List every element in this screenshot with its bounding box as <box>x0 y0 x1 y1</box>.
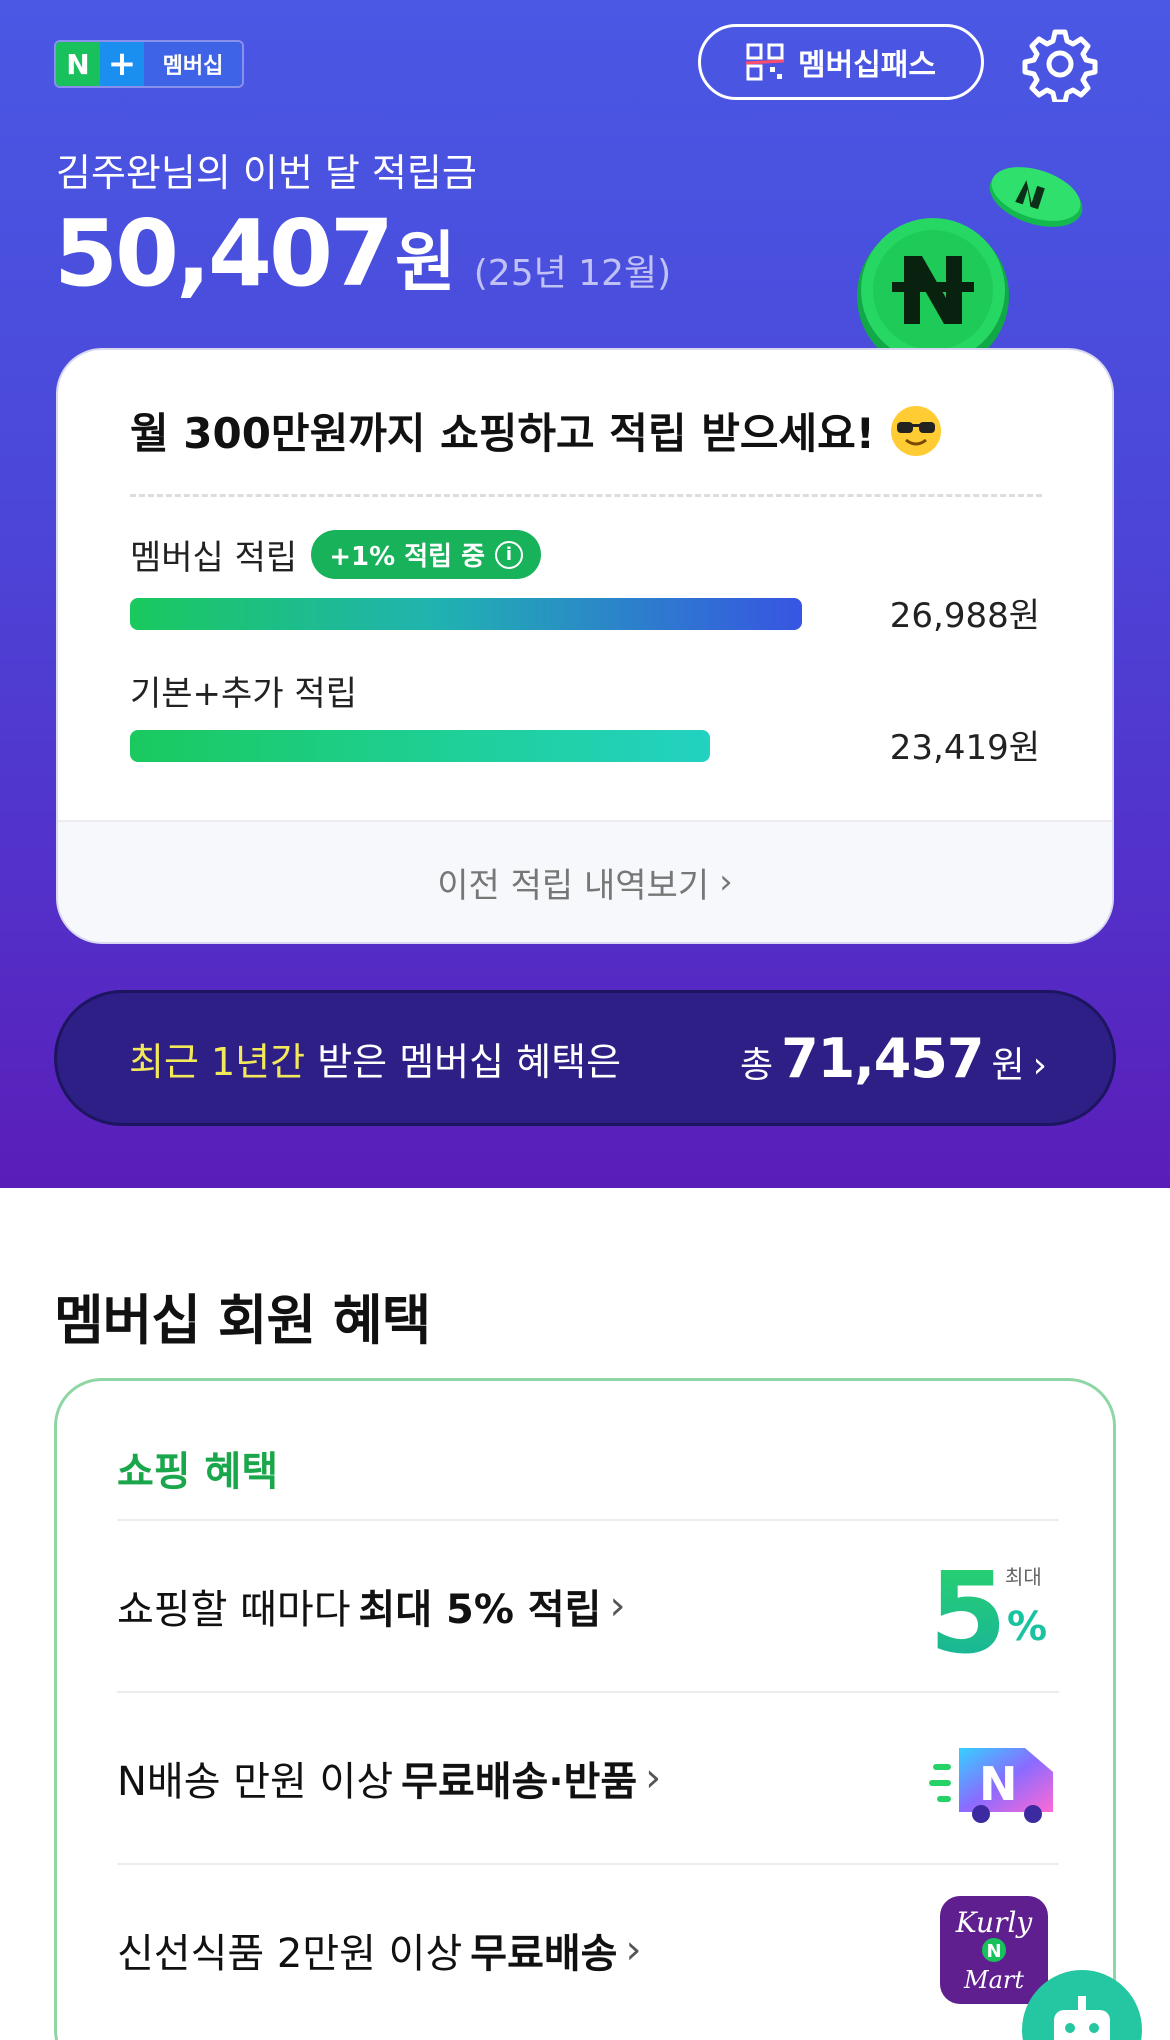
basic-earnings-label: 기본+추가 적립 <box>130 674 357 714</box>
summary-highlight: 최근 1년간 <box>129 1039 306 1084</box>
benefit-text: N배송 만원 이상 무료배송·반품 › <box>117 1749 661 1807</box>
summary-label: 최근 1년간 받은 멤버십 혜택은 <box>129 1031 621 1086</box>
hero-section: N + 멤버십 멤버십패스 김주완님의 이번 달 적립금 50,407 원 (2… <box>0 0 1170 1188</box>
logo-plus: + <box>100 42 144 86</box>
monthly-earnings-amount: 50,407 원 (25년 12월) <box>54 200 671 307</box>
bonus-badge[interactable]: +1% 적립 중 i <box>311 530 542 579</box>
chevron-right-icon: › <box>719 862 733 902</box>
benefit-row-free-delivery[interactable]: N배송 만원 이상 무료배송·반품 › N <box>117 1691 1059 1863</box>
chevron-right-icon: › <box>1032 1044 1047 1086</box>
kurly-icon-top: Kurly <box>955 1906 1034 1939</box>
chatbot-button[interactable] <box>1022 1970 1142 2040</box>
chevron-right-icon: › <box>609 1583 626 1629</box>
five-icon-num: 5 <box>929 1549 1007 1666</box>
summary-total-value: 71,457 <box>781 1026 984 1090</box>
card-headline-text: 월 300만원까지 쇼핑하고 적립 받으세요! <box>130 409 875 458</box>
chevron-right-icon: › <box>645 1755 662 1801</box>
benefit-bold: 무료배송 <box>470 1931 618 1977</box>
summary-total-prefix: 총 <box>739 1044 774 1086</box>
membership-progress-bar <box>130 598 802 630</box>
gear-icon[interactable] <box>1022 26 1098 102</box>
membership-earnings-label: 멤버십 적립 <box>130 538 298 578</box>
basic-progress-bar <box>130 730 710 762</box>
card-headline: 월 300만원까지 쇼핑하고 적립 받으세요! <box>130 400 943 461</box>
benefit-bold: 무료배송·반품 <box>401 1759 638 1805</box>
benefit-prefix: 신선식품 2만원 이상 <box>117 1931 463 1977</box>
membership-earnings-row: 멤버십 적립 +1% 적립 중 i <box>130 530 542 579</box>
history-link-label: 이전 적립 내역보기 <box>437 865 710 906</box>
earnings-period: (25년 12월) <box>473 253 672 294</box>
earnings-number: 50,407 <box>54 200 394 307</box>
benefit-text: 신선식품 2만원 이상 무료배송 › <box>117 1921 641 1979</box>
benefit-bold: 최대 5% 적립 <box>358 1587 602 1633</box>
benefit-prefix: N배송 만원 이상 <box>117 1759 394 1805</box>
sunglasses-emoji-icon <box>890 405 941 456</box>
benefit-category: 쇼핑 혜택 <box>117 1449 279 1495</box>
delivery-truck-icon: N <box>929 1718 1059 1838</box>
five-icon-pct: % <box>1007 1604 1047 1650</box>
bonus-badge-label: +1% 적립 중 <box>329 542 486 572</box>
membership-pass-button[interactable]: 멤버십패스 <box>698 24 984 100</box>
qr-code-icon <box>746 43 784 81</box>
summary-rest: 받은 멤버십 혜택은 <box>305 1039 622 1084</box>
benefit-row-cashback[interactable]: 쇼핑할 때마다 최대 5% 적립 › 5 최대 % <box>117 1519 1059 1691</box>
basic-earnings-value: 23,419원 <box>889 728 1040 768</box>
kurly-icon-mid: N <box>986 1941 1001 1962</box>
five-icon-top: 최대 <box>1005 1565 1042 1589</box>
monthly-earnings-title: 김주완님의 이번 달 적립금 <box>56 151 477 195</box>
shopping-benefits-card: 쇼핑 혜택 쇼핑할 때마다 최대 5% 적립 › 5 최대 % N배송 만원 이… <box>54 1378 1116 2040</box>
history-link[interactable]: 이전 적립 내역보기 › <box>58 820 1112 942</box>
kurly-icon-bottom: Mart <box>963 1966 1024 1994</box>
membership-pass-label: 멤버십패스 <box>798 48 936 83</box>
benefit-text: 쇼핑할 때마다 최대 5% 적립 › <box>117 1577 625 1635</box>
benefit-prefix: 쇼핑할 때마다 <box>117 1587 351 1633</box>
five-percent-icon: 5 최대 % <box>929 1546 1059 1666</box>
earnings-unit: 원 <box>395 224 456 301</box>
summary-total: 총 71,457 원 › <box>740 1027 1047 1090</box>
info-icon: i <box>495 540 524 569</box>
yearly-benefit-summary[interactable]: 최근 1년간 받은 멤버십 혜택은 총 71,457 원 › <box>54 990 1116 1126</box>
summary-total-unit: 원 <box>991 1044 1025 1086</box>
truck-icon-letter: N <box>979 1757 1018 1811</box>
naver-plus-membership-logo: N + 멤버십 <box>54 40 244 88</box>
logo-n: N <box>56 42 100 86</box>
chevron-right-icon: › <box>625 1927 642 1973</box>
robot-icon <box>1054 1996 1110 2040</box>
logo-label: 멤버십 <box>144 42 242 86</box>
section-title: 멤버십 회원 혜택 <box>54 1289 431 1352</box>
benefit-row-fresh-food[interactable]: 신선식품 2만원 이상 무료배송 › Kurly N Mart <box>117 1863 1059 2035</box>
membership-earnings-value: 26,988원 <box>889 596 1040 636</box>
card-divider <box>130 494 1042 497</box>
monthly-earnings-card: 월 300만원까지 쇼핑하고 적립 받으세요! 멤버십 적립 +1% 적립 중 … <box>56 348 1114 944</box>
